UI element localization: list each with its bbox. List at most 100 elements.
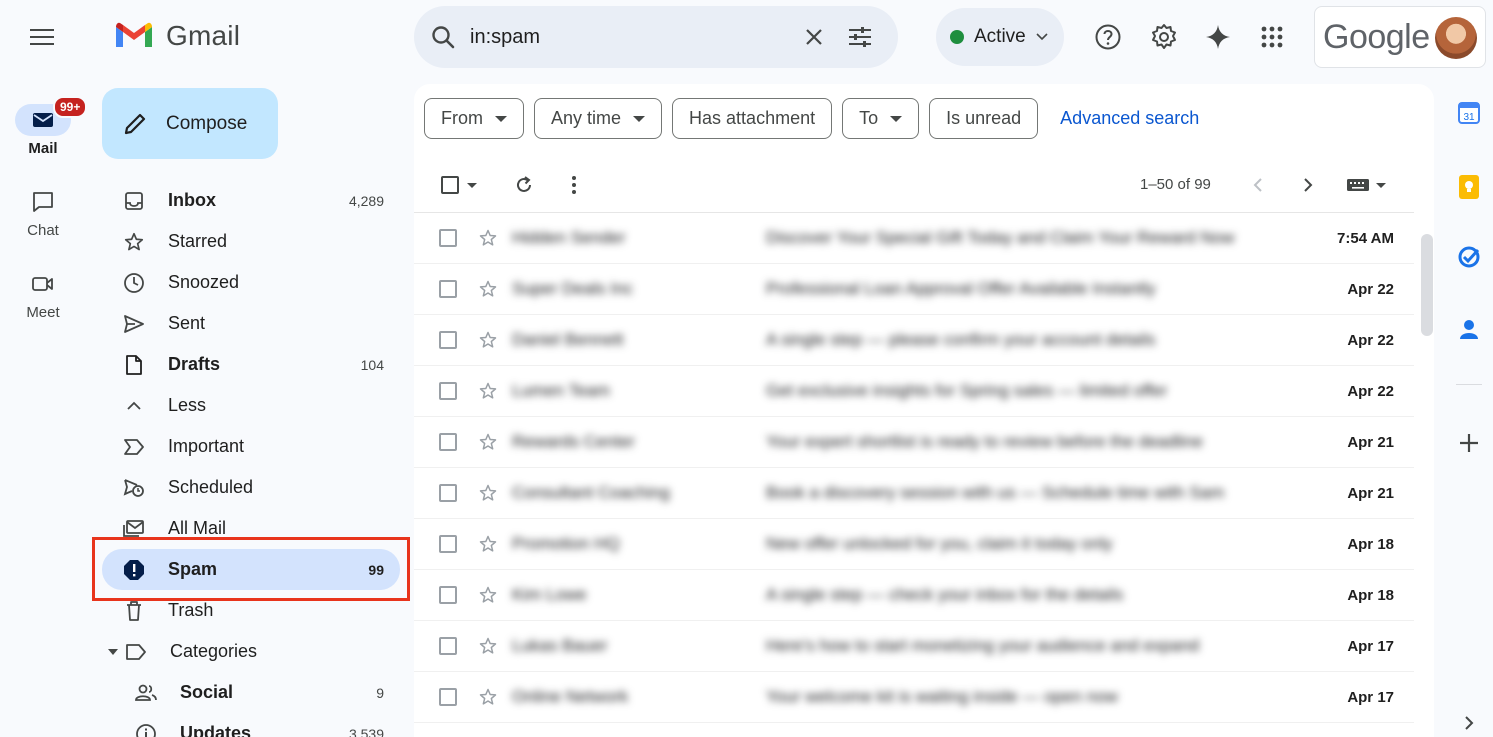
caret-down-icon bbox=[108, 648, 118, 655]
filter-is-unread[interactable]: Is unread bbox=[929, 98, 1039, 139]
compose-button[interactable]: Compose bbox=[102, 88, 278, 159]
caret-down-icon bbox=[890, 115, 903, 122]
row-checkbox[interactable] bbox=[439, 484, 457, 502]
mail-icon: 99+ bbox=[15, 96, 88, 136]
scrollbar-thumb[interactable] bbox=[1421, 234, 1433, 336]
filter-to[interactable]: To bbox=[842, 98, 920, 139]
tasks-icon[interactable] bbox=[1456, 244, 1482, 270]
nav-updates-count: 3,539 bbox=[348, 725, 384, 737]
row-checkbox[interactable] bbox=[439, 535, 457, 553]
help-icon[interactable] bbox=[1088, 17, 1128, 57]
next-page-icon[interactable] bbox=[1296, 168, 1320, 202]
filter-any-time-label: Any time bbox=[551, 108, 622, 128]
row-checkbox[interactable] bbox=[439, 331, 457, 349]
refresh-icon[interactable] bbox=[510, 168, 538, 202]
nav-important[interactable]: Important bbox=[102, 426, 400, 467]
rail-chat-label: Chat bbox=[27, 222, 59, 239]
filter-any-time[interactable]: Any time bbox=[534, 98, 663, 139]
star-icon[interactable] bbox=[477, 431, 499, 453]
email-row[interactable]: Daniel Bennett A single step — please con… bbox=[414, 315, 1414, 366]
email-sender: Hidden Sender bbox=[512, 228, 626, 247]
nav-less[interactable]: Less bbox=[102, 385, 400, 426]
nav-scheduled[interactable]: Scheduled bbox=[102, 467, 400, 508]
left-rail: 99+ Mail Chat Meet bbox=[0, 0, 88, 737]
row-checkbox[interactable] bbox=[439, 229, 457, 247]
email-row[interactable]: Lumen Team Get exclusive insights for Spr… bbox=[414, 366, 1414, 417]
nav-categories-label: Categories bbox=[170, 641, 258, 661]
email-row[interactable]: Hidden Sender Discover Your Special Gift … bbox=[414, 213, 1414, 264]
label-icon bbox=[124, 640, 148, 664]
rail-mail[interactable]: 99+ Mail bbox=[0, 96, 88, 157]
add-addon-icon[interactable] bbox=[1456, 430, 1482, 456]
search-input[interactable] bbox=[470, 25, 786, 49]
email-date: Apr 21 bbox=[1347, 484, 1394, 502]
nav-important-label: Important bbox=[168, 436, 245, 456]
gemini-sparkle-icon[interactable] bbox=[1198, 17, 1238, 57]
filter-is-unread-label: Is unread bbox=[946, 108, 1022, 128]
star-icon[interactable] bbox=[477, 329, 499, 351]
settings-gear-icon[interactable] bbox=[1144, 17, 1184, 57]
row-checkbox[interactable] bbox=[439, 433, 457, 451]
email-subject: Your welcome kit is waiting inside — ope… bbox=[766, 687, 1118, 706]
filter-has-attachment-label: Has attachment bbox=[689, 108, 816, 128]
apps-grid-icon[interactable] bbox=[1252, 17, 1292, 57]
rail-chat[interactable]: Chat bbox=[0, 186, 86, 239]
star-icon[interactable] bbox=[477, 227, 499, 249]
more-options-icon[interactable] bbox=[562, 168, 586, 202]
star-icon[interactable] bbox=[477, 584, 499, 606]
nav-starred[interactable]: Starred bbox=[102, 221, 400, 262]
email-row[interactable]: Consultant Coaching Book a discovery sess… bbox=[414, 468, 1414, 519]
email-sender: Lumen Team bbox=[512, 381, 610, 400]
star-icon[interactable] bbox=[477, 278, 499, 300]
calendar-icon[interactable]: 31 bbox=[1456, 100, 1482, 126]
nav-categories[interactable]: Categories bbox=[102, 631, 400, 672]
search-icon[interactable] bbox=[430, 24, 456, 50]
input-tools-keyboard-icon[interactable] bbox=[1342, 168, 1390, 202]
contacts-icon[interactable] bbox=[1456, 316, 1482, 342]
keep-notes-icon[interactable] bbox=[1456, 174, 1482, 200]
clear-search-icon[interactable] bbox=[796, 19, 832, 55]
star-icon[interactable] bbox=[477, 686, 499, 708]
star-icon[interactable] bbox=[477, 380, 499, 402]
main-menu-button[interactable] bbox=[22, 24, 62, 52]
star-icon[interactable] bbox=[477, 533, 499, 555]
nav-drafts[interactable]: Drafts 104 bbox=[102, 344, 400, 385]
prev-page-icon[interactable] bbox=[1246, 168, 1270, 202]
mail-badge: 99+ bbox=[53, 96, 88, 118]
nav-updates[interactable]: Updates 3,539 bbox=[102, 713, 400, 737]
email-row[interactable]: Promotion HQ New offer unlocked for you, … bbox=[414, 519, 1414, 570]
nav-snoozed[interactable]: Snoozed bbox=[102, 262, 400, 303]
advanced-search-link[interactable]: Advanced search bbox=[1060, 108, 1199, 129]
email-row[interactable]: Kim Lowe A single step — check your inbox… bbox=[414, 570, 1414, 621]
email-subject: Professional Loan Approval Offer Availab… bbox=[766, 279, 1156, 298]
google-account-button[interactable]: Google bbox=[1314, 6, 1486, 68]
star-icon[interactable] bbox=[477, 635, 499, 657]
row-checkbox[interactable] bbox=[439, 586, 457, 604]
row-checkbox[interactable] bbox=[439, 688, 457, 706]
search-options-icon[interactable] bbox=[842, 19, 878, 55]
star-icon[interactable] bbox=[477, 482, 499, 504]
filter-has-attachment[interactable]: Has attachment bbox=[672, 98, 833, 139]
expand-panel-icon[interactable] bbox=[1456, 710, 1482, 736]
email-date: Apr 17 bbox=[1347, 688, 1394, 706]
email-subject: Discover Your Special Gift Today and Cla… bbox=[766, 228, 1235, 247]
email-row[interactable]: Rewards Center Your expert shortlist is r… bbox=[414, 417, 1414, 468]
nav-social[interactable]: Social 9 bbox=[102, 672, 400, 713]
email-sender: Consultant Coaching bbox=[512, 483, 670, 502]
row-checkbox[interactable] bbox=[439, 637, 457, 655]
status-selector[interactable]: Active bbox=[936, 8, 1064, 66]
email-date: Apr 22 bbox=[1347, 331, 1394, 349]
email-row[interactable]: Super Deals Inc Professional Loan Approva… bbox=[414, 264, 1414, 315]
row-checkbox[interactable] bbox=[439, 382, 457, 400]
nav-inbox[interactable]: Inbox 4,289 bbox=[102, 180, 400, 221]
send-icon bbox=[122, 312, 146, 336]
row-checkbox[interactable] bbox=[439, 280, 457, 298]
email-row[interactable]: Online Network Your welcome kit is waitin… bbox=[414, 672, 1414, 723]
caret-down-icon bbox=[467, 182, 477, 188]
email-row[interactable]: Lukas Bauer Here's how to start monetizin… bbox=[414, 621, 1414, 672]
rail-meet[interactable]: Meet bbox=[0, 268, 86, 321]
select-all-checkbox[interactable] bbox=[436, 168, 482, 202]
gmail-logo[interactable]: Gmail bbox=[114, 20, 240, 52]
nav-sent[interactable]: Sent bbox=[102, 303, 400, 344]
filter-from[interactable]: From bbox=[424, 98, 524, 139]
